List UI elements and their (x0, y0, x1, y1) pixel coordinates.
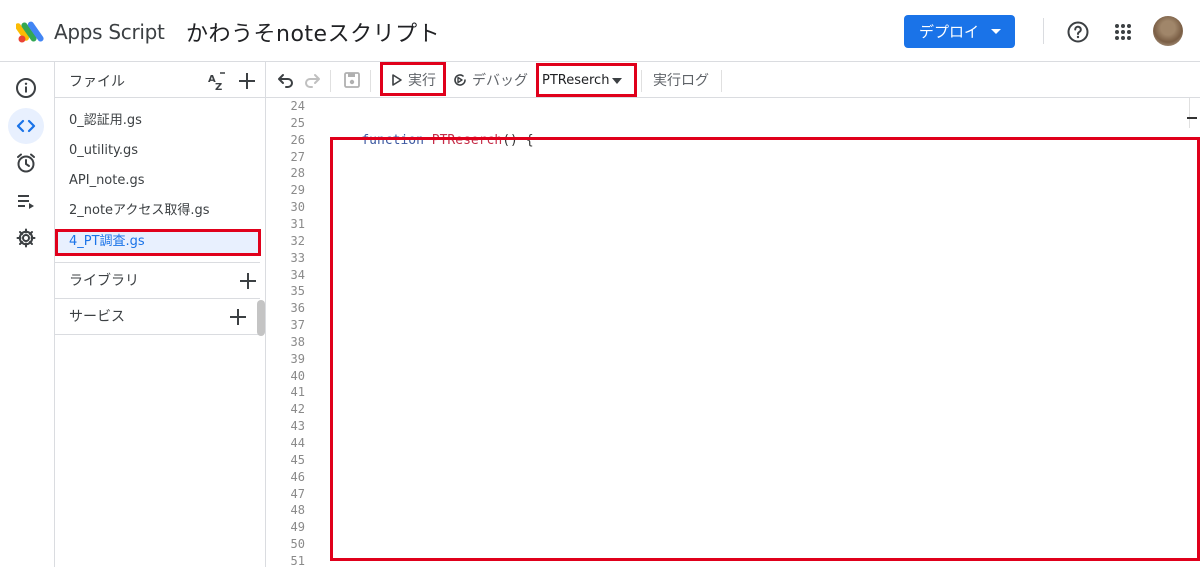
toolbar-divider (330, 70, 331, 92)
apps-script-logo-icon[interactable] (16, 19, 48, 45)
gear-icon (16, 228, 36, 248)
execution-log-label: 実行ログ (653, 73, 709, 89)
code-editor[interactable]: 24 25 26 27 28 29 30 31 32 33 34 35 36 37 38 39 40 41 42 43… (266, 98, 1200, 568)
libraries-section[interactable]: ライブラリ (55, 262, 260, 298)
line-number: 50 (290, 537, 305, 552)
files-title: ファイル (69, 74, 125, 90)
executions-nav-item[interactable] (8, 183, 44, 219)
caret-down-icon (991, 29, 1001, 34)
line-number: 43 (290, 419, 305, 434)
triggers-nav-item[interactable] (8, 145, 44, 181)
line-number: 31 (290, 216, 305, 231)
overview-nav-item[interactable] (8, 70, 44, 106)
highlight-box-function (536, 63, 637, 97)
line-number: 34 (290, 267, 305, 282)
file-item[interactable]: API_note.gs (55, 168, 260, 194)
line-number: 29 (290, 183, 305, 198)
line-number: 46 (290, 469, 305, 484)
code-line[interactable]: function PTReserch() { (330, 115, 533, 148)
editor-toolbar: 実行 デバッグ PTReserch 実行ログ (266, 62, 1200, 98)
line-number: 26 (290, 132, 305, 147)
debug-button[interactable]: デバッグ (452, 62, 528, 98)
file-item[interactable]: 0_認証用.gs (55, 108, 260, 134)
line-number: 24 (290, 99, 305, 113)
playlist-icon (18, 195, 34, 209)
section-divider (55, 334, 260, 335)
line-number: 37 (290, 318, 305, 333)
project-title[interactable]: かわうそnoteスクリプト (186, 16, 440, 48)
highlight-box-run (380, 62, 446, 96)
svg-text:Z: Z (215, 82, 222, 92)
undo-icon[interactable] (276, 70, 296, 90)
google-apps-icon[interactable] (1113, 22, 1133, 42)
services-section[interactable]: サービス (55, 298, 260, 334)
line-number: 39 (290, 351, 305, 366)
line-number: 35 (290, 284, 305, 299)
line-number: 47 (290, 486, 305, 501)
highlight-box-code (330, 137, 1200, 561)
line-number: 28 (290, 166, 305, 181)
line-number: 51 (290, 553, 305, 568)
line-number: 44 (290, 436, 305, 450)
file-item[interactable]: 2_noteアクセス取得.gs (55, 198, 260, 224)
files-scrollbar[interactable] (257, 300, 265, 336)
file-item[interactable]: 0_utility.gs (55, 138, 260, 164)
debug-label: デバッグ (472, 73, 528, 89)
line-number: 25 (290, 115, 305, 130)
line-number: 42 (290, 402, 305, 417)
app-header: Apps Script かわうそnoteスクリプト デプロイ (0, 0, 1200, 62)
overview-ruler-marker (1187, 117, 1197, 119)
toolbar-divider (370, 70, 371, 92)
settings-nav-item[interactable] (8, 220, 44, 256)
line-number: 33 (290, 250, 305, 265)
left-nav-rail (0, 62, 55, 567)
app-name: Apps Script (54, 20, 165, 44)
deploy-button[interactable]: デプロイ (904, 15, 1015, 48)
toolbar-divider (721, 70, 722, 92)
toolbar-divider (641, 70, 642, 92)
execution-log-button[interactable]: 実行ログ (653, 62, 709, 98)
code-icon (16, 119, 36, 133)
files-header: ファイル A Z (55, 62, 265, 98)
deploy-button-label: デプロイ (919, 23, 980, 41)
libraries-label: ライブラリ (69, 273, 139, 289)
services-label: サービス (69, 309, 125, 325)
add-service-icon[interactable] (228, 307, 248, 327)
add-library-icon[interactable] (238, 271, 258, 291)
files-panel: ファイル A Z 0_認証用.gs 0_utility.gs API_note.… (55, 62, 266, 567)
redo-icon[interactable] (302, 70, 322, 90)
line-number: 41 (290, 385, 305, 400)
line-number: 27 (290, 149, 305, 164)
line-number: 38 (290, 334, 305, 349)
line-number: 49 (290, 520, 305, 535)
az-sort-icon[interactable]: A Z (206, 70, 228, 92)
highlight-box-file (55, 229, 261, 256)
header-divider (1043, 18, 1044, 44)
editor-nav-item[interactable] (8, 108, 44, 144)
editor-scroll-track (1189, 98, 1190, 128)
avatar[interactable] (1153, 16, 1183, 46)
line-number-gutter: 24 25 26 27 28 29 30 31 32 33 34 35 36 37 38 39 40 41 42 43… (266, 98, 308, 568)
line-number: 36 (290, 301, 305, 316)
line-number: 48 (290, 503, 305, 518)
line-number: 32 (290, 233, 305, 248)
save-icon[interactable] (342, 70, 362, 90)
help-icon[interactable] (1066, 20, 1090, 44)
add-file-icon[interactable] (236, 70, 258, 92)
line-number: 45 (290, 452, 305, 467)
debug-icon (454, 74, 466, 86)
line-number: 40 (290, 368, 305, 383)
alarm-clock-icon (17, 153, 35, 173)
line-number: 30 (290, 200, 305, 215)
info-icon (16, 78, 36, 98)
